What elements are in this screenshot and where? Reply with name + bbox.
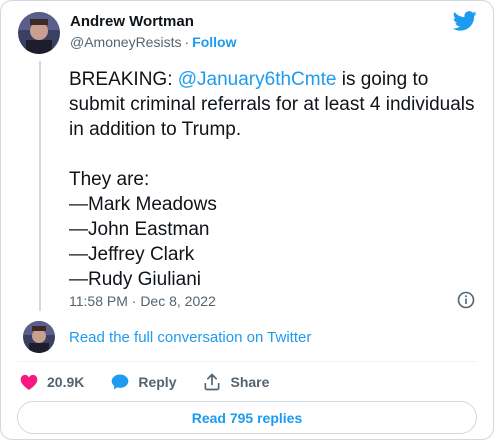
conversation-avatar[interactable] bbox=[23, 321, 55, 353]
breaking-prefix: BREAKING: bbox=[69, 69, 178, 90]
mention-link[interactable]: @January6thCmte bbox=[178, 69, 337, 90]
like-button[interactable]: 20.9K bbox=[19, 372, 84, 392]
thread-line bbox=[39, 61, 41, 311]
share-icon bbox=[204, 373, 220, 391]
list-item: —Rudy Giuliani bbox=[69, 269, 201, 290]
tweet-embed-card: Andrew Wortman @AmoneyResists · Follow BRE… bbox=[0, 0, 494, 440]
divider bbox=[17, 361, 477, 362]
author-avatar[interactable] bbox=[18, 12, 60, 54]
list-item: —John Eastman bbox=[69, 219, 210, 240]
info-icon[interactable] bbox=[457, 291, 475, 309]
read-conversation-link[interactable]: Read the full conversation on Twitter bbox=[69, 329, 311, 346]
reply-button[interactable]: Reply bbox=[110, 372, 176, 392]
tweet-timestamp[interactable]: 11:58 PM · Dec 8, 2022 bbox=[69, 293, 216, 309]
share-label: Share bbox=[230, 374, 270, 390]
action-bar: 20.9K Reply Share bbox=[19, 371, 295, 393]
author-handle-line: @AmoneyResists · Follow bbox=[70, 34, 236, 50]
separator-dot: · bbox=[184, 34, 190, 50]
follow-button[interactable]: Follow bbox=[192, 34, 236, 50]
list-item: —Jeffrey Clark bbox=[69, 244, 195, 265]
twitter-bird-icon[interactable] bbox=[452, 11, 477, 31]
reply-bubble-icon bbox=[112, 374, 129, 390]
reply-label: Reply bbox=[138, 374, 177, 390]
share-button[interactable]: Share bbox=[202, 372, 269, 392]
tweet-paragraph-breaking: BREAKING: @January6thCmte is going to su… bbox=[69, 67, 479, 142]
author-name[interactable]: Andrew Wortman bbox=[70, 13, 194, 30]
tweet-text: BREAKING: @January6thCmte is going to su… bbox=[69, 67, 479, 292]
read-replies-label: Read 795 replies bbox=[191, 409, 303, 426]
list-item: —Mark Meadows bbox=[69, 194, 217, 215]
likes-count: 20.9K bbox=[47, 374, 85, 390]
author-handle[interactable]: @AmoneyResists bbox=[70, 34, 181, 50]
list-intro: They are: bbox=[69, 169, 150, 190]
heart-icon bbox=[20, 374, 38, 390]
read-replies-button[interactable]: Read 795 replies bbox=[17, 401, 477, 434]
